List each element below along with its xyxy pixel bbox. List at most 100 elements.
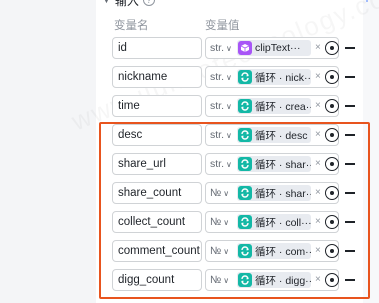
- remove-row-button[interactable]: [345, 47, 355, 49]
- clear-icon[interactable]: ×: [315, 42, 321, 54]
- type-label: №: [210, 245, 222, 257]
- clear-icon[interactable]: ×: [315, 158, 321, 170]
- variable-name-input[interactable]: nickname: [112, 66, 202, 88]
- loop-icon: [238, 70, 252, 84]
- type-label: str.: [210, 42, 225, 54]
- clear-icon[interactable]: ×: [315, 187, 321, 199]
- variable-name-input[interactable]: desc: [112, 124, 202, 146]
- clear-icon[interactable]: ×: [315, 216, 321, 228]
- variable-value-field[interactable]: № ∨ 循环 · coll··· ×: [205, 211, 339, 233]
- add-variable-button[interactable]: +: [360, 0, 374, 6]
- variable-reference-icon[interactable]: [325, 128, 339, 142]
- clear-icon[interactable]: ×: [315, 100, 321, 112]
- variable-row: share_count № ∨ 循环 · shar··· ×: [112, 182, 362, 204]
- type-select[interactable]: № ∨: [206, 183, 236, 203]
- section-header[interactable]: ▼ 输入 ?: [102, 0, 155, 9]
- variable-name-input[interactable]: time: [112, 95, 202, 117]
- variable-reference-icon[interactable]: [325, 41, 339, 55]
- type-select[interactable]: № ∨: [206, 241, 236, 261]
- reference-label: 循环 · shar···: [255, 187, 311, 200]
- variable-value-field[interactable]: № ∨ 循环 · com··· ×: [205, 240, 339, 262]
- reference-label: 循环 · coll···: [255, 216, 311, 229]
- chevron-down-icon[interactable]: ▼: [102, 0, 111, 5]
- remove-row-button[interactable]: [345, 279, 355, 281]
- variable-reference-icon[interactable]: [325, 70, 339, 84]
- clear-icon[interactable]: ×: [315, 71, 321, 83]
- reference-tag[interactable]: 循环 · shar···: [237, 156, 311, 172]
- reference-label: 循环 · nick···: [255, 71, 311, 84]
- type-select[interactable]: str. ∨: [206, 125, 236, 145]
- help-icon[interactable]: ?: [142, 0, 155, 6]
- variable-name-input[interactable]: share_count: [112, 182, 202, 204]
- variable-name-input[interactable]: comment_count: [112, 240, 202, 262]
- reference-tag[interactable]: 循环 · nick···: [237, 69, 311, 85]
- reference-tag[interactable]: 循环 · crea···: [237, 98, 311, 114]
- type-select[interactable]: № ∨: [206, 212, 236, 232]
- remove-row-button[interactable]: [345, 221, 355, 223]
- remove-row-button[interactable]: [345, 76, 355, 78]
- type-label: №: [210, 216, 222, 228]
- variable-row: collect_count № ∨ 循环 · coll··· ×: [112, 211, 362, 233]
- variable-reference-icon[interactable]: [325, 157, 339, 171]
- reference-tag[interactable]: 循环 · shar···: [237, 185, 311, 201]
- variable-reference-icon[interactable]: [325, 99, 339, 113]
- reference-tag[interactable]: 循环 · coll···: [237, 214, 311, 230]
- variable-row: desc str. ∨ 循环 · desc ×: [112, 124, 362, 146]
- reference-tag[interactable]: 循环 · digg···: [237, 272, 311, 288]
- variable-name-input[interactable]: digg_count: [112, 269, 202, 291]
- variable-value-field[interactable]: str. ∨ 循环 · desc ×: [205, 124, 339, 146]
- chevron-down-icon: ∨: [223, 218, 230, 227]
- loop-icon: [238, 157, 252, 171]
- column-header-name: 变量名: [114, 20, 149, 32]
- variable-reference-icon[interactable]: [325, 273, 339, 287]
- loop-icon: [238, 273, 252, 287]
- chevron-down-icon: ∨: [226, 73, 232, 82]
- chevron-down-icon: ∨: [226, 44, 232, 53]
- type-select[interactable]: str. ∨: [206, 38, 236, 58]
- variable-value-field[interactable]: № ∨ 循环 · shar··· ×: [205, 182, 339, 204]
- variable-value-field[interactable]: str. ∨ 循环 · shar··· ×: [205, 153, 339, 175]
- loop-icon: [238, 186, 252, 200]
- left-gutter: [0, 0, 96, 303]
- type-select[interactable]: № ∨: [206, 270, 236, 290]
- variable-value-field[interactable]: str. ∨ clipText··· ×: [205, 37, 339, 59]
- type-select[interactable]: str. ∨: [206, 67, 236, 87]
- reference-label: 循环 · shar···: [255, 158, 311, 171]
- type-label: str.: [210, 100, 225, 112]
- reference-label: 循环 · crea···: [255, 100, 311, 113]
- clear-icon[interactable]: ×: [315, 129, 321, 141]
- variable-row: comment_count № ∨ 循环 · com··· ×: [112, 240, 362, 262]
- type-label: str.: [210, 129, 225, 141]
- clear-icon[interactable]: ×: [315, 245, 321, 257]
- remove-row-button[interactable]: [345, 134, 355, 136]
- clear-icon[interactable]: ×: [315, 274, 321, 286]
- variable-name-input[interactable]: collect_count: [112, 211, 202, 233]
- remove-row-button[interactable]: [345, 105, 355, 107]
- variable-value-field[interactable]: str. ∨ 循环 · nick··· ×: [205, 66, 339, 88]
- reference-label: clipText···: [255, 42, 301, 54]
- variable-value-field[interactable]: str. ∨ 循环 · crea··· ×: [205, 95, 339, 117]
- remove-row-button[interactable]: [345, 250, 355, 252]
- loop-icon: [238, 99, 252, 113]
- reference-tag[interactable]: clipText···: [237, 40, 311, 56]
- section-title: 输入: [114, 0, 139, 8]
- variable-name-input[interactable]: share_url: [112, 153, 202, 175]
- reference-tag[interactable]: 循环 · com···: [237, 243, 311, 259]
- remove-row-button[interactable]: [345, 192, 355, 194]
- type-select[interactable]: str. ∨: [206, 96, 236, 116]
- variable-row: share_url str. ∨ 循环 · shar··· ×: [112, 153, 362, 175]
- variable-reference-icon[interactable]: [325, 244, 339, 258]
- variable-reference-icon[interactable]: [325, 215, 339, 229]
- remove-row-button[interactable]: [345, 163, 355, 165]
- reference-label: 循环 · com···: [255, 245, 311, 258]
- loop-icon: [238, 244, 252, 258]
- loop-icon: [238, 215, 252, 229]
- variable-name-input[interactable]: id: [112, 37, 202, 59]
- scrollbar[interactable]: [363, 0, 379, 303]
- reference-tag[interactable]: 循环 · desc: [237, 127, 311, 143]
- chevron-down-icon: ∨: [223, 276, 230, 285]
- type-label: №: [210, 187, 222, 199]
- variable-reference-icon[interactable]: [325, 186, 339, 200]
- type-select[interactable]: str. ∨: [206, 154, 236, 174]
- variable-value-field[interactable]: № ∨ 循环 · digg··· ×: [205, 269, 339, 291]
